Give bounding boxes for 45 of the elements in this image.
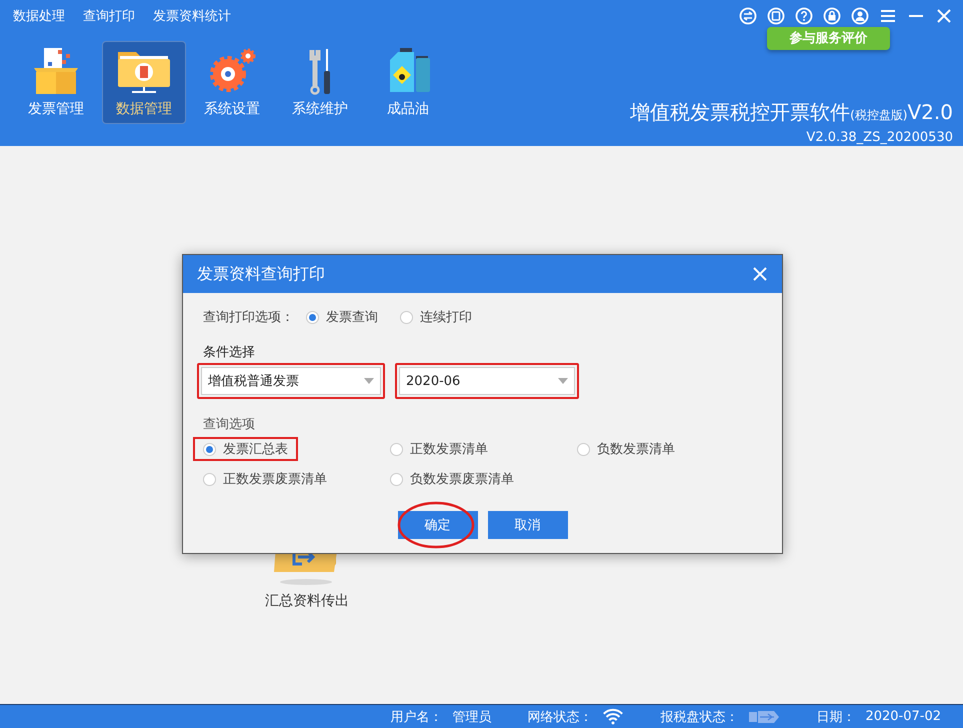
status-label: 网络状态： [527, 708, 592, 726]
toolbar-button[interactable]: 成品油 [366, 41, 450, 124]
radio-option[interactable]: 连续打印 [400, 308, 472, 326]
rating-tooltip[interactable]: 参与服务评价 [767, 27, 890, 50]
radio-option[interactable]: 负数发票清单 [567, 437, 685, 461]
option-label: 查询打印选项： [203, 309, 294, 326]
close-icon[interactable] [752, 266, 768, 282]
wifi-icon [602, 708, 624, 725]
status-value: 2020-07-02 [865, 709, 941, 724]
dropdown[interactable]: 增值税普通发票 [201, 367, 381, 395]
caret-icon [364, 378, 374, 384]
caret-icon [558, 378, 568, 384]
radio-option[interactable]: 正数发票清单 [380, 437, 498, 461]
status-label: 日期： [816, 708, 856, 726]
user-icon[interactable] [851, 7, 869, 25]
note-icon[interactable] [767, 7, 785, 25]
usb-drive-icon [748, 708, 780, 724]
product-title: 增值税发票税控开票软件(税控盘版)V2.0 [630, 99, 953, 126]
dialog-button[interactable]: 取消 [488, 511, 568, 539]
section-label: 查询选项 [203, 416, 256, 433]
dialog-title: 发票资料查询打印 [197, 264, 325, 284]
lock-icon[interactable] [823, 7, 841, 25]
switch-icon[interactable] [739, 7, 757, 25]
toolbar-button[interactable]: 系统设置 [190, 41, 274, 124]
status-label: 报税盘状态： [660, 708, 738, 726]
radio-option[interactable]: 发票汇总表 [193, 437, 298, 461]
help-icon[interactable] [795, 7, 813, 25]
toolbar-button[interactable]: 系统维护 [278, 41, 362, 124]
close-icon[interactable] [935, 7, 953, 25]
status-label: 用户名： [390, 708, 442, 726]
dropdown[interactable]: 2020-06 [399, 367, 575, 395]
toolbar-button[interactable]: 数据管理 [102, 41, 186, 124]
menu-icon[interactable] [879, 7, 897, 25]
section-label: 条件选择 [203, 344, 256, 361]
radio-option[interactable]: 负数发票废票清单 [380, 467, 524, 491]
dialog-button[interactable]: 确定 [398, 511, 478, 539]
toolbar-button[interactable]: 发票管理 [14, 41, 98, 124]
status-value: 管理员 [452, 708, 492, 726]
version-text: V2.0.38_ZS_20200530 [805, 130, 953, 145]
tools-icon [308, 46, 332, 96]
menu-item[interactable]: 发票资料统计 [153, 7, 231, 25]
menu-item[interactable]: 查询打印 [83, 7, 135, 25]
radio-option[interactable]: 发票查询 [306, 308, 378, 326]
menu-item[interactable]: 数据处理 [13, 7, 65, 25]
radio-option[interactable]: 正数发票废票清单 [193, 467, 337, 491]
